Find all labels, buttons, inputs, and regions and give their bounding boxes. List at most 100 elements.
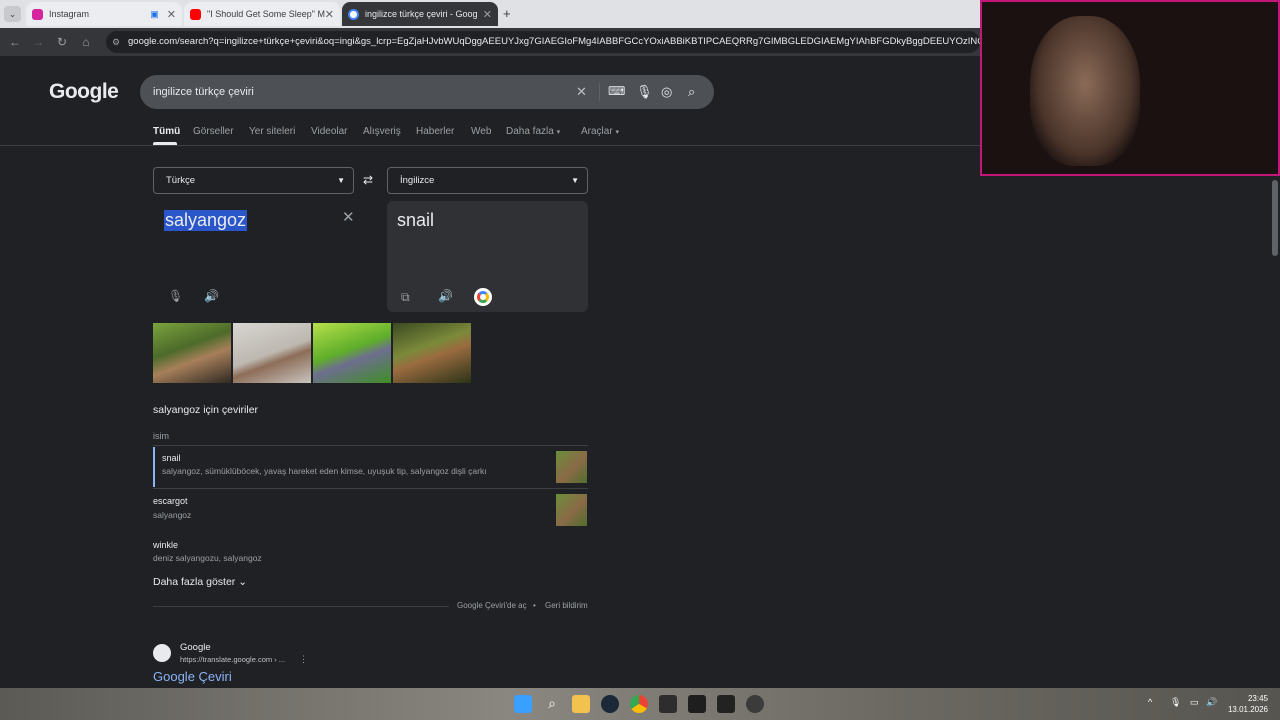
- home-icon[interactable]: ⌂: [77, 33, 95, 51]
- site-settings-icon[interactable]: ⚙: [112, 37, 120, 48]
- tab-title: Instagram: [49, 9, 90, 19]
- result-title-link[interactable]: Google Çeviri: [153, 669, 232, 684]
- back-icon[interactable]: ←: [6, 33, 24, 51]
- bullet: •: [533, 601, 536, 610]
- snail-image-3[interactable]: [313, 323, 391, 383]
- keyboard-icon[interactable]: ⌨: [608, 84, 625, 98]
- tab-group-icon: ▣: [150, 8, 159, 19]
- reload-icon[interactable]: ↻: [53, 33, 71, 51]
- tab-search-chevron-icon[interactable]: ⌄: [4, 6, 21, 22]
- caret-down-icon: ▾: [556, 129, 561, 136]
- google-favicon-icon: [348, 8, 359, 20]
- tab-more[interactable]: Daha fazla ▾: [506, 126, 560, 137]
- search-icon[interactable]: ⌕: [688, 84, 695, 100]
- tray-mic-icon[interactable]: 🎙: [1170, 697, 1181, 708]
- dropdown-arrow-icon: ▼: [571, 176, 579, 185]
- chrome-icon[interactable]: [630, 695, 648, 713]
- microphone-icon[interactable]: 🎙: [636, 84, 653, 100]
- clear-icon[interactable]: ✕: [576, 84, 587, 100]
- capcut-icon[interactable]: [717, 695, 735, 713]
- scrollbar-thumb[interactable]: [1272, 180, 1278, 256]
- launcher-icon[interactable]: [659, 695, 677, 713]
- epic-games-icon[interactable]: [688, 695, 706, 713]
- source-language-label: Türkçe: [166, 175, 196, 186]
- steam-icon[interactable]: [601, 695, 619, 713]
- divider: [599, 83, 600, 101]
- tab-videos[interactable]: Videolar: [311, 126, 348, 137]
- tab-shopping[interactable]: Alışveriş: [363, 126, 401, 137]
- divider: [153, 445, 588, 446]
- volume-icon[interactable]: 🔊: [1206, 697, 1217, 708]
- source-language-select[interactable]: Türkçe ▼: [153, 167, 354, 194]
- webcam-person: [1030, 16, 1140, 166]
- feedback-link[interactable]: Geri bildirim: [545, 601, 588, 610]
- escargot-thumbnail: [556, 494, 587, 526]
- lens-icon[interactable]: ◎: [661, 84, 672, 100]
- url-text: google.com/search?q=ingilizce+türkçe+çev…: [128, 36, 980, 47]
- microphone-icon[interactable]: 🎙: [168, 289, 183, 303]
- windows-start-icon[interactable]: [514, 695, 532, 713]
- snail-image-1[interactable]: [153, 323, 231, 383]
- divider: [153, 606, 449, 607]
- tab-instagram[interactable]: Instagram ▣ ✕: [26, 2, 182, 26]
- youtube-icon: [190, 8, 201, 20]
- translations-heading: salyangoz için çeviriler: [153, 404, 259, 416]
- obs-icon[interactable]: [746, 695, 764, 713]
- speaker-icon[interactable]: 🔊: [204, 289, 219, 303]
- webcam-overlay: [980, 0, 1280, 176]
- part-of-speech: isim: [153, 431, 169, 441]
- translation-term[interactable]: winkle: [153, 540, 178, 550]
- tab-google-search[interactable]: ingilizce türkçe çeviri - Google ✕: [342, 2, 498, 26]
- new-tab-button[interactable]: +: [503, 6, 511, 21]
- clear-source-icon[interactable]: ✕: [342, 208, 355, 226]
- snail-image-4[interactable]: [393, 323, 471, 383]
- tab-web[interactable]: Web: [471, 126, 491, 137]
- source-text-input[interactable]: salyangoz: [164, 210, 248, 231]
- close-icon[interactable]: ✕: [483, 8, 492, 21]
- translation-synonyms: salyangoz, sümüklüböcek, yavaş hareket e…: [162, 466, 487, 476]
- forward-icon[interactable]: →: [29, 33, 47, 51]
- instagram-icon: [32, 8, 43, 20]
- tab-images[interactable]: Görseller: [193, 126, 234, 137]
- google-logo[interactable]: Google: [49, 80, 119, 104]
- clock-time[interactable]: 23:45: [1248, 694, 1268, 703]
- show-more-button[interactable]: Daha fazla göster ⌄: [153, 576, 247, 588]
- caret-down-icon: ▾: [615, 129, 619, 136]
- close-icon[interactable]: ✕: [325, 8, 334, 21]
- snail-image-2[interactable]: [233, 323, 311, 383]
- tab-tools[interactable]: Araçlar ▾: [581, 126, 619, 137]
- copy-icon[interactable]: ⧉: [401, 290, 410, 305]
- translation-term: snail: [162, 453, 181, 463]
- tab-youtube[interactable]: "I Should Get Some Sleep" Men ✕: [184, 2, 340, 26]
- chevron-down-icon: ⌄: [238, 576, 248, 588]
- search-icon[interactable]: ⌕: [543, 695, 561, 713]
- tab-title: ingilizce türkçe çeviri - Google: [365, 9, 477, 19]
- search-input[interactable]: ingilizce türkçe çeviri: [153, 86, 254, 98]
- target-language-label: İngilizce: [400, 175, 435, 186]
- translation-synonyms: salyangoz: [153, 510, 192, 520]
- tab-places[interactable]: Yer siteleri: [249, 126, 295, 137]
- google-translate-favicon-icon: [153, 644, 171, 662]
- close-icon[interactable]: ✕: [167, 8, 176, 21]
- tab-news[interactable]: Haberler: [416, 126, 454, 137]
- address-bar[interactable]: google.com/search?q=ingilizce+türkçe+çev…: [106, 31, 980, 53]
- translated-text: snail: [397, 210, 435, 230]
- target-language-select[interactable]: İngilizce ▼: [387, 167, 588, 194]
- open-in-translate-link[interactable]: Google Çeviri'de aç: [457, 601, 527, 610]
- result-site-name[interactable]: Google: [180, 642, 211, 653]
- divider: [153, 488, 588, 489]
- network-icon[interactable]: ▭: [1190, 697, 1199, 708]
- result-url[interactable]: https://translate.google.com › ...: [180, 655, 285, 664]
- tab-all[interactable]: Tümü: [153, 126, 180, 137]
- more-options-icon[interactable]: ⋮: [299, 654, 308, 665]
- google-g-icon[interactable]: [474, 288, 492, 306]
- file-explorer-icon[interactable]: [572, 695, 590, 713]
- dropdown-arrow-icon: ▼: [337, 176, 345, 185]
- tab-title: "I Should Get Some Sleep" Men: [207, 9, 325, 19]
- translation-synonyms: deniz salyangozu, salyangoz: [153, 553, 262, 563]
- translation-term[interactable]: escargot: [153, 496, 188, 506]
- speaker-icon[interactable]: 🔊: [438, 289, 453, 303]
- clock-date[interactable]: 13.01.2026: [1228, 705, 1268, 714]
- tray-chevron-icon[interactable]: ^: [1148, 697, 1152, 707]
- swap-languages-icon[interactable]: ⇄: [363, 173, 373, 187]
